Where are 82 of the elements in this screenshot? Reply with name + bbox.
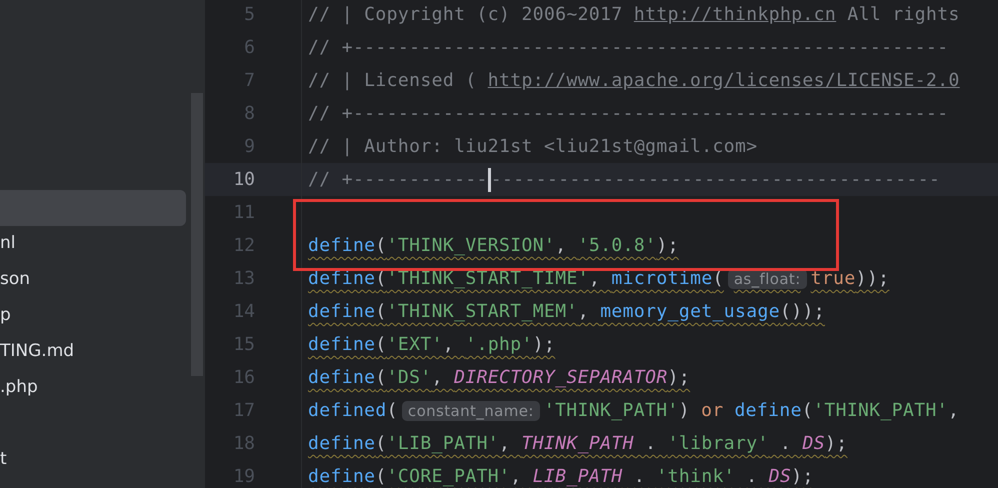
punctuation: );: [791, 466, 814, 487]
punctuation: );: [668, 367, 690, 388]
punctuation: ));: [856, 268, 890, 289]
punctuation: ,: [432, 367, 444, 388]
punctuation: (: [375, 301, 387, 322]
punctuation: (: [375, 235, 387, 256]
function-name: define: [308, 334, 376, 355]
punctuation: (: [375, 367, 387, 388]
punctuation: ): [678, 400, 691, 421]
function-name: define: [308, 433, 376, 454]
punctuation: .: [644, 433, 658, 454]
punctuation: ,: [578, 301, 590, 322]
punctuation: ,: [510, 466, 523, 487]
function-name: define: [308, 235, 376, 256]
punctuation: );: [656, 235, 679, 256]
function-name: microtime: [611, 268, 713, 289]
string-literal: 'DS': [386, 367, 432, 388]
keyword: or: [701, 400, 724, 421]
constant-name: LIB_PATH: [532, 466, 623, 487]
punctuation: ,: [499, 433, 512, 454]
constant-name: THINK_PATH: [522, 433, 634, 454]
comment-text: // | Copyright (c) 2006~2017: [308, 4, 624, 25]
function-name: define: [308, 268, 376, 289]
file-tree-item[interactable]: p: [0, 298, 186, 334]
comment-text: ----------------------------------------: [490, 169, 940, 190]
comment-text: // +-----------------------------------------------------: [308, 103, 949, 124]
string-literal: 'library': [668, 433, 769, 454]
punctuation: (: [375, 433, 387, 454]
punctuation: (: [802, 400, 814, 421]
string-literal: 'THINK_PATH': [544, 400, 679, 421]
line-number: 10: [232, 168, 255, 192]
punctuation: );: [824, 433, 848, 454]
comment-text: // +------------: [308, 169, 488, 190]
keyword: true: [810, 268, 856, 289]
file-tree-item[interactable]: son: [0, 262, 186, 298]
function-name: define: [308, 301, 376, 322]
file-tree-item[interactable]: t: [0, 442, 186, 478]
function-name: memory_get_usage: [600, 301, 780, 322]
file-tree-item[interactable]: .php: [0, 370, 186, 406]
punctuation: .: [779, 433, 792, 454]
string-literal: '5.0.8': [578, 235, 656, 256]
parameter-hint: as_float:: [728, 269, 807, 289]
punctuation: (: [712, 268, 724, 289]
file-tree-item[interactable]: [0, 190, 186, 226]
constant-name: DS: [802, 433, 825, 454]
string-literal: '.php': [465, 334, 533, 355]
link[interactable]: http://www.apache.org/licenses/LICENSE-2.0: [488, 70, 960, 91]
punctuation: ,: [442, 334, 456, 355]
string-literal: 'LIB_PATH': [386, 433, 500, 454]
comment-text: // +-----------------------------------------------------: [308, 37, 949, 58]
punctuation: ,: [948, 400, 960, 421]
string-literal: 'THINK_VERSION': [386, 235, 556, 256]
punctuation: );: [532, 334, 556, 355]
string-literal: 'THINK_PATH': [813, 400, 948, 421]
comment-text: // | Licensed (: [308, 70, 478, 91]
string-literal: 'CORE_PATH': [386, 466, 510, 487]
punctuation: ,: [588, 268, 602, 289]
parameter-hint: constant_name:: [402, 401, 540, 421]
text-cursor: [488, 168, 491, 192]
string-literal: 'think': [656, 466, 736, 487]
punctuation: ,: [555, 235, 568, 256]
punctuation: (: [375, 466, 387, 487]
punctuation: (: [386, 400, 398, 421]
string-literal: 'EXT': [386, 334, 443, 355]
function-name: define: [308, 367, 376, 388]
punctuation: .: [632, 466, 646, 487]
function-name: defined: [308, 400, 387, 421]
comment-text: // | Author: liu21st <liu21st@gmail.com>: [308, 136, 758, 157]
constant-name: DS: [768, 466, 792, 487]
punctuation: (: [375, 268, 387, 289]
function-name: define: [308, 466, 376, 487]
punctuation: ());: [780, 301, 825, 322]
function-name: define: [734, 400, 802, 421]
constant-name: DIRECTORY_SEPARATOR: [454, 367, 668, 388]
punctuation: .: [745, 466, 759, 487]
file-tree-item[interactable]: nl: [0, 226, 186, 262]
string-literal: 'THINK_START_MEM': [386, 301, 578, 322]
link[interactable]: http://thinkphp.cn: [634, 4, 836, 25]
comment-text: All rights: [846, 4, 960, 25]
punctuation: (: [375, 334, 387, 355]
file-tree-item[interactable]: TING.md: [0, 334, 186, 370]
string-literal: 'THINK_START_TIME': [386, 268, 589, 289]
